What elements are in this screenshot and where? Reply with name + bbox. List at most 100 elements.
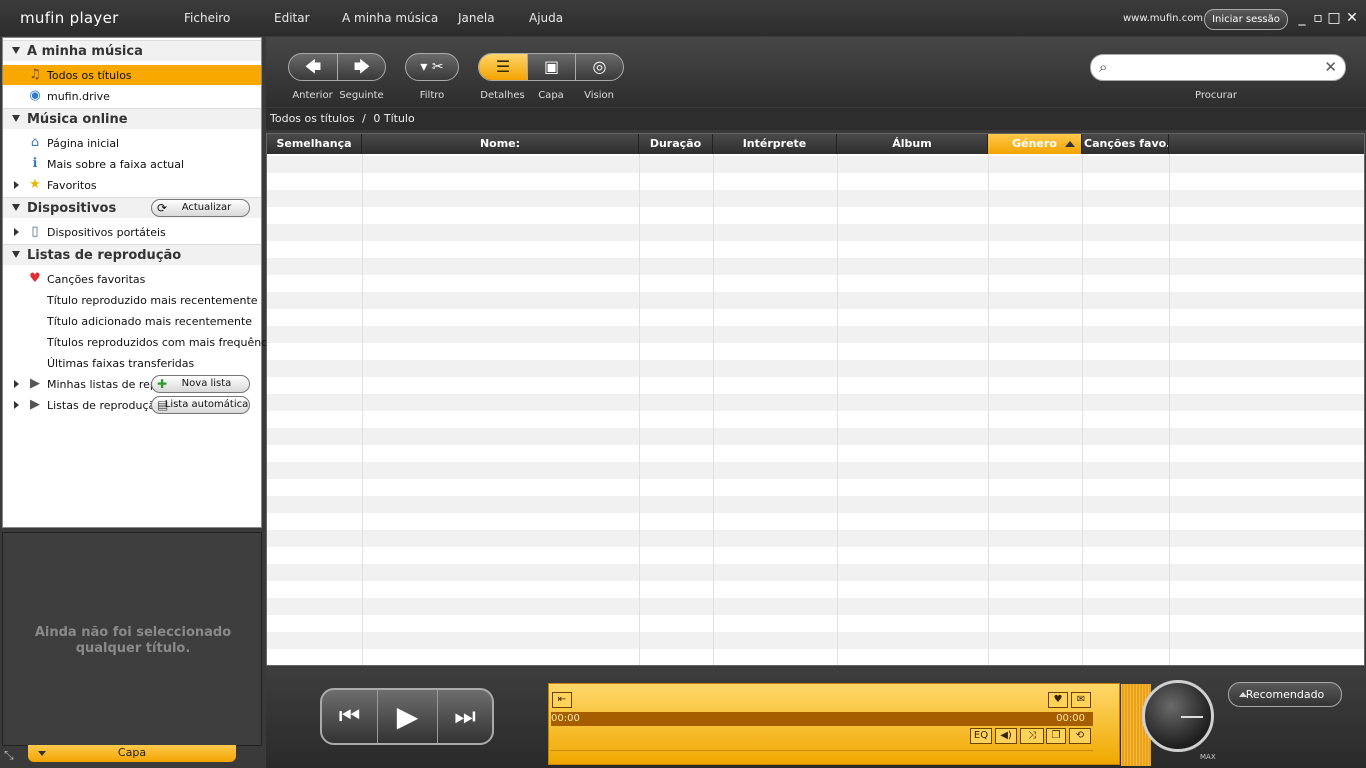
expand-arrow-icon[interactable] [14, 401, 19, 409]
expand-arrow-icon[interactable] [14, 228, 19, 236]
equalizer-button[interactable]: EQ [970, 728, 992, 744]
table-row-stripe [267, 224, 1364, 241]
volume-settings-icon[interactable]: ◀) [995, 728, 1017, 744]
section-devices[interactable]: Dispositivos ⟳ Actualizar [3, 197, 261, 218]
refresh-devices-button[interactable]: ⟳ Actualizar [151, 199, 250, 217]
sidebar-item-label: Favoritos [47, 179, 97, 192]
column-header-genre[interactable]: Género [988, 134, 1082, 154]
sidebar-item-recently-added[interactable]: Título adicionado mais recentemente [3, 311, 261, 331]
table-row-stripe [267, 462, 1364, 479]
login-button[interactable]: Iniciar sessão [1204, 9, 1288, 30]
sidebar-item-all-titles[interactable]: ♫ Todos os títulos [3, 65, 261, 85]
playlist-icon: ▶ [30, 376, 40, 391]
favorite-heart-icon[interactable]: ♥ [1048, 692, 1068, 708]
details-view-button[interactable]: ☰ [479, 54, 528, 80]
email-icon[interactable]: ✉ [1071, 692, 1091, 708]
elapsed-time: 00:00 [551, 713, 580, 724]
device-icon: ▯ [31, 224, 39, 239]
volume-knob[interactable] [1142, 680, 1214, 752]
play-button[interactable]: ▶ [378, 690, 438, 743]
sidebar-item-home-page[interactable]: ⌂ Página inicial [3, 133, 261, 153]
column-divider [713, 154, 714, 665]
restore-icon[interactable]: ▫ [1310, 9, 1326, 27]
table-header: Semelhança Nome: Duração Intérprete Álbu… [267, 134, 1364, 154]
sidebar-item-favorites[interactable]: ★ Favoritos [3, 175, 261, 195]
column-header-album[interactable]: Álbum [837, 134, 988, 154]
sidebar-item-last-transferred[interactable]: Últimas faixas transferidas [3, 353, 261, 373]
sidebar-item-track-info[interactable]: ℹ Mais sobre a faixa actual [3, 154, 261, 174]
column-header-favorite-songs[interactable]: Canções favo... [1082, 134, 1169, 154]
cover-tab-button[interactable]: Capa [28, 745, 236, 762]
menu-editar[interactable]: Editar [274, 11, 310, 25]
column-header-name[interactable]: Nome: [362, 134, 639, 154]
binoculars-icon: ⌕ [1099, 58, 1108, 76]
sidebar-item-recently-played[interactable]: Título reproduzido mais recentemente [3, 290, 261, 310]
close-icon[interactable]: ✕ [1344, 9, 1360, 27]
repeat-icon[interactable]: ⟲ [1069, 728, 1091, 744]
sidebar-item-label: Dispositivos portáteis [47, 226, 166, 239]
mini-mode-icon[interactable]: ⇤ [552, 692, 572, 708]
collapse-arrow-icon[interactable] [12, 251, 20, 258]
sidebar-item-most-played[interactable]: Títulos reproduzidos com mais frequência [3, 332, 277, 352]
table-row-stripe [267, 632, 1364, 649]
sidebar-item-portable-devices[interactable]: ▯ Dispositivos portáteis [3, 222, 261, 242]
collapse-arrow-icon[interactable] [12, 115, 20, 122]
menu-janela[interactable]: Janela [458, 11, 495, 25]
section-title: Dispositivos [27, 201, 117, 216]
sidebar-item-auto-playlists[interactable]: ▶ Listas de reprodução a ▤ Lista automát… [3, 395, 261, 415]
previous-track-button[interactable]: ⏮ [322, 690, 378, 743]
sidebar-item-label: Canções favoritas [47, 273, 146, 286]
breadcrumb-path[interactable]: Todos os títulos [270, 112, 355, 125]
copy-icon[interactable]: ❐ [1046, 728, 1066, 744]
collapse-arrow-icon[interactable] [12, 204, 20, 211]
shuffle-icon[interactable]: ⤨ [1020, 728, 1044, 744]
clear-search-icon[interactable]: ✕ [1324, 58, 1337, 76]
menu-a-minha-musica[interactable]: A minha música [342, 11, 438, 25]
table-row-stripe [267, 394, 1364, 411]
column-header-artist[interactable]: Intérprete [713, 134, 837, 154]
table-row-stripe [267, 496, 1364, 513]
search-input[interactable] [1131, 59, 1321, 77]
new-list-button[interactable]: ✚ Nova lista [151, 375, 250, 393]
sidebar-item-favorite-songs[interactable]: ♥ Canções favoritas [3, 269, 261, 289]
auto-list-button[interactable]: ▤ Lista automática [151, 396, 250, 414]
column-divider [639, 154, 640, 665]
globe-icon: ◉ [29, 88, 41, 103]
filter-button[interactable]: ▾ ✂ [406, 54, 458, 80]
heart-icon: ♥ [29, 271, 41, 286]
expand-arrow-icon[interactable] [14, 380, 19, 388]
collapse-arrow-icon[interactable] [12, 47, 20, 54]
column-divider [1082, 154, 1083, 665]
forward-button[interactable]: 🡆 [338, 54, 385, 80]
section-my-music[interactable]: A minha música [3, 40, 261, 61]
next-track-button[interactable]: ⏭ [438, 690, 492, 743]
section-playlists[interactable]: Listas de reprodução [3, 244, 261, 265]
sidebar-item-mufin-drive[interactable]: ◉ mufin.drive [3, 86, 261, 106]
table-body [267, 154, 1364, 665]
table-row-stripe [267, 360, 1364, 377]
vision-view-button[interactable]: ◎ [576, 54, 623, 80]
volume-max-label: MAX [1200, 753, 1216, 761]
table-row-stripe [267, 428, 1364, 445]
cover-view-button[interactable]: ▣ [528, 54, 576, 80]
column-header-similarity[interactable]: Semelhança [267, 134, 362, 154]
column-header-duration[interactable]: Duração [639, 134, 713, 154]
search-label: Procurar [1194, 90, 1238, 101]
minimize-icon[interactable]: _ [1294, 9, 1310, 27]
back-button[interactable]: 🡄 [289, 54, 338, 80]
sidebar-item-label: Título reproduzido mais recentemente [47, 294, 258, 307]
resize-icon[interactable]: ⤡ [4, 748, 18, 762]
menu-ficheiro[interactable]: Ficheiro [184, 11, 230, 25]
menu-ajuda[interactable]: Ajuda [529, 11, 563, 25]
sidebar-item-my-playlists[interactable]: ▶ Minhas listas de repro ✚ Nova lista [3, 374, 261, 394]
maximize-icon[interactable]: □ [1326, 9, 1342, 27]
chevron-down-icon [38, 751, 46, 756]
recommended-button[interactable]: Recomendado [1228, 682, 1342, 707]
music-note-icon: ♫ [29, 67, 41, 82]
view-mode-group: ☰ ▣ ◎ [478, 53, 624, 81]
progress-bar[interactable]: 00:00 00:00 [551, 712, 1093, 726]
section-online-music[interactable]: Música online [3, 108, 261, 129]
expand-arrow-icon[interactable] [14, 181, 19, 189]
home-icon: ⌂ [30, 135, 40, 150]
site-link[interactable]: www.mufin.com [1123, 13, 1203, 24]
